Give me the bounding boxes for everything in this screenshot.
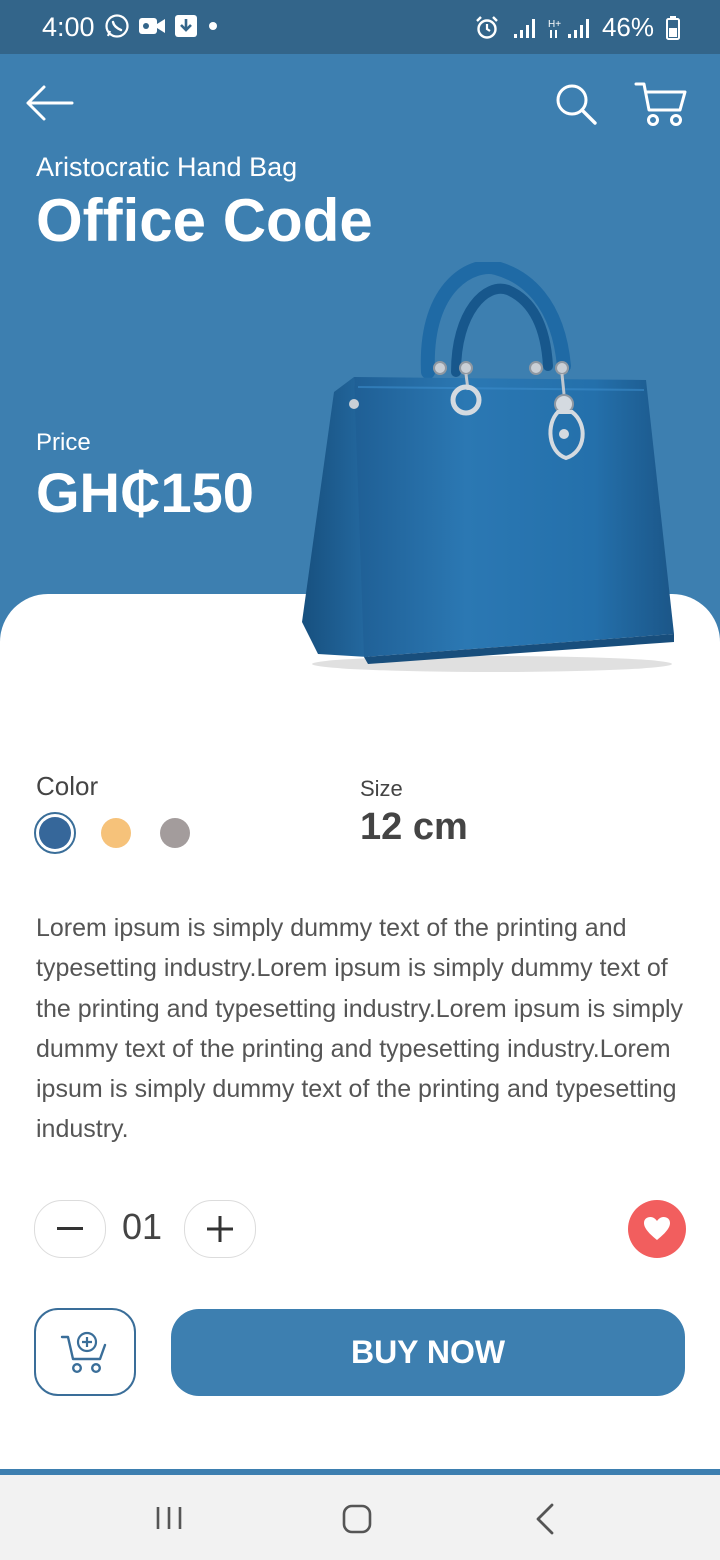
signal-icon bbox=[513, 18, 535, 38]
add-to-cart-button[interactable] bbox=[34, 1308, 136, 1396]
dot-icon bbox=[209, 22, 217, 30]
cart-add-icon bbox=[60, 1331, 107, 1374]
price-label: Price bbox=[36, 429, 91, 456]
price-value: GH₵150 bbox=[36, 461, 254, 524]
home-icon[interactable] bbox=[341, 1503, 373, 1535]
system-nav-bar bbox=[0, 1475, 720, 1560]
color-swatches bbox=[34, 812, 219, 854]
quantity-value: 01 bbox=[122, 1206, 163, 1247]
color-swatch-blue[interactable] bbox=[34, 812, 76, 854]
status-notification-icons bbox=[104, 13, 220, 39]
color-swatch-grey[interactable] bbox=[160, 818, 190, 848]
color-swatch-blue-fill bbox=[39, 817, 71, 849]
battery-icon bbox=[666, 15, 680, 40]
color-swatch-orange[interactable] bbox=[101, 818, 131, 848]
search-icon[interactable] bbox=[554, 82, 598, 126]
recent-apps-icon[interactable] bbox=[154, 1505, 184, 1531]
svg-text:H+: H+ bbox=[548, 19, 561, 30]
download-icon bbox=[175, 15, 197, 37]
status-system-icons: H+ 46% bbox=[474, 12, 680, 43]
favorite-button[interactable] bbox=[628, 1200, 686, 1258]
size-value: 12 cm bbox=[360, 806, 468, 848]
color-label: Color bbox=[36, 771, 99, 801]
video-icon bbox=[139, 18, 165, 34]
data-signal-icon: H+ bbox=[548, 18, 589, 38]
minus-icon bbox=[57, 1227, 83, 1230]
whatsapp-icon bbox=[105, 14, 129, 38]
quantity-decrease-button[interactable] bbox=[34, 1200, 106, 1258]
alarm-icon bbox=[476, 15, 498, 39]
status-time: 4:00 bbox=[42, 12, 95, 42]
plus-icon bbox=[207, 1216, 233, 1242]
product-description: Lorem ipsum is simply dummy text of the … bbox=[36, 914, 684, 1144]
quantity-increase-button[interactable] bbox=[184, 1200, 256, 1258]
cart-icon[interactable] bbox=[634, 80, 688, 128]
product-image bbox=[302, 262, 674, 672]
buy-now-button[interactable]: BUY NOW bbox=[171, 1309, 685, 1396]
heart-icon bbox=[644, 1217, 670, 1240]
size-label: Size bbox=[360, 776, 403, 801]
product-subtitle: Aristocratic Hand Bag bbox=[36, 152, 298, 182]
status-bar: 4:00 H+ 46% bbox=[0, 0, 720, 54]
battery-percent: 46% bbox=[601, 12, 654, 42]
back-arrow-icon[interactable] bbox=[24, 84, 74, 122]
product-title: Office Code bbox=[36, 187, 373, 254]
back-icon[interactable] bbox=[534, 1503, 556, 1535]
